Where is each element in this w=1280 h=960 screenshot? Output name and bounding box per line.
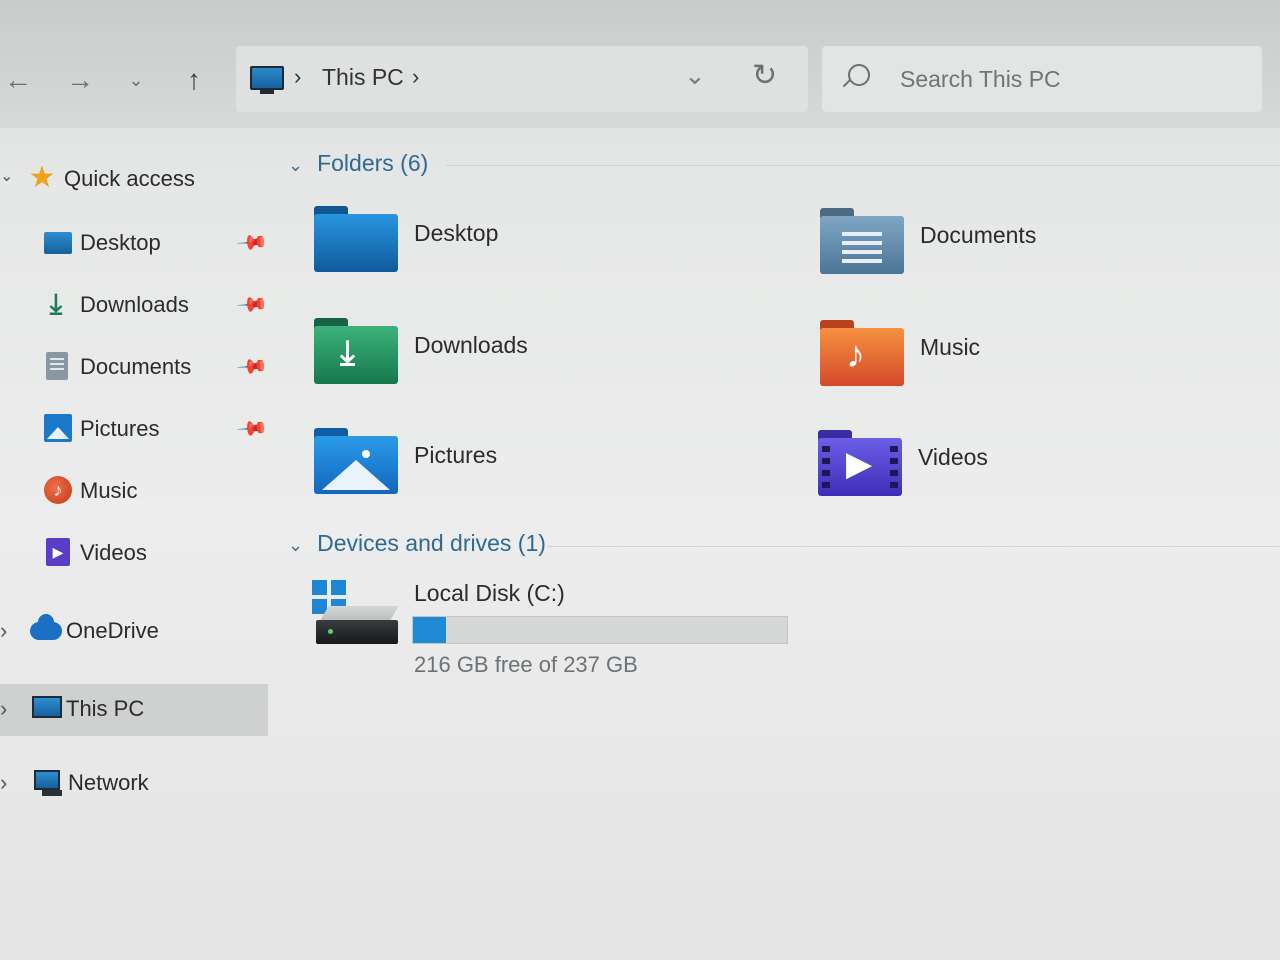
drives-header-label: Devices and drives (1) [317, 530, 546, 556]
folder-tile-downloads[interactable]: ⤓ Downloads [314, 318, 794, 418]
pin-icon[interactable]: 📌 [235, 225, 270, 260]
star-icon: ★ [28, 161, 56, 194]
search-input[interactable] [898, 60, 1242, 98]
breadcrumb-separator[interactable]: › [412, 64, 419, 90]
chevron-right-icon[interactable]: › [0, 696, 7, 722]
videos-folder-icon: ▶ [818, 430, 902, 496]
toolbar: ← → ⌄ ↑ › This PC › ⌄ ↻ [0, 0, 1280, 128]
breadcrumb-this-pc[interactable]: This PC [322, 64, 404, 91]
sidebar-item-label: Documents [80, 354, 192, 379]
sidebar-item-downloads[interactable]: ⤓ Downloads 📌 [0, 280, 270, 332]
sidebar-item-label: Music [80, 478, 138, 503]
documents-folder-icon [820, 208, 904, 274]
pictures-folder-icon [314, 428, 398, 494]
arrow-right-icon: → [66, 64, 94, 95]
folder-tile-music[interactable]: ♪ Music [820, 320, 1280, 420]
chevron-down-icon[interactable]: ⌄ [288, 535, 303, 555]
folder-tile-pictures[interactable]: Pictures [314, 428, 794, 528]
search-box[interactable] [822, 46, 1262, 112]
drive-label: Local Disk (C:) [414, 580, 565, 606]
downloads-folder-icon: ⤓ [314, 318, 398, 384]
music-folder-icon: ♪ [820, 320, 904, 386]
folders-header-label: Folders (6) [317, 150, 429, 176]
sidebar-item-videos[interactable]: ▶ Videos [0, 528, 268, 580]
address-bar[interactable]: › This PC › ⌄ ↻ [236, 46, 808, 112]
sidebar-item-desktop[interactable]: Desktop 📌 [0, 218, 270, 270]
folder-tile-desktop[interactable]: Desktop [314, 206, 794, 306]
chevron-right-icon[interactable]: › [0, 770, 7, 796]
sidebar-item-label: Videos [80, 540, 147, 565]
download-icon: ⤓ [49, 288, 63, 319]
address-dropdown-icon[interactable]: ⌄ [684, 60, 706, 91]
sidebar-item-quick-access[interactable]: ⌄ ★ Quick access [0, 154, 268, 206]
navigation-pane: ⌄ ★ Quick access Desktop 📌 ⤓ Downloads 📌… [0, 128, 276, 960]
music-icon: ♪ [44, 476, 72, 504]
chevron-down-icon[interactable]: ⌄ [0, 166, 13, 186]
sidebar-item-music[interactable]: ♪ Music [0, 466, 268, 518]
sidebar-item-label: OneDrive [66, 618, 159, 643]
pin-icon[interactable]: 📌 [235, 287, 270, 322]
back-button[interactable]: ← [0, 62, 36, 98]
chevron-right-icon[interactable]: › [0, 618, 7, 644]
network-icon [34, 770, 62, 796]
folder-label: Pictures [414, 442, 498, 468]
arrow-up-icon: ↑ [187, 64, 201, 95]
sidebar-item-label: This PC [66, 696, 145, 721]
chevron-down-icon[interactable]: ⌄ [288, 155, 303, 175]
onedrive-icon [30, 614, 62, 640]
divider [446, 165, 1280, 166]
chevron-down-icon: ⌄ [128, 70, 144, 90]
drive-tile-local-disk-c[interactable]: Local Disk (C:) 216 GB free of 237 GB [312, 580, 792, 690]
arrow-left-icon: ← [4, 64, 32, 95]
sidebar-item-label: Desktop [80, 230, 161, 255]
sidebar-item-this-pc[interactable]: › This PC [0, 684, 268, 736]
videos-icon: ▶ [46, 538, 70, 566]
folders-section-header[interactable]: ⌄ Folders (6) [288, 150, 428, 177]
pictures-icon [44, 414, 72, 442]
folder-label: Desktop [414, 220, 499, 246]
up-button[interactable]: ↑ [176, 62, 212, 98]
drive-usage-bar [412, 616, 788, 644]
desktop-folder-icon [314, 206, 398, 272]
desktop-icon [44, 232, 72, 254]
forward-button[interactable]: → [62, 62, 98, 98]
sidebar-item-documents[interactable]: Documents 📌 [0, 342, 270, 394]
folder-label: Music [920, 334, 981, 360]
folder-label: Documents [920, 222, 1037, 248]
documents-icon [46, 352, 68, 380]
recent-locations-button[interactable]: ⌄ [118, 62, 154, 98]
pin-icon[interactable]: 📌 [235, 349, 270, 384]
refresh-icon[interactable]: ↻ [752, 58, 777, 93]
drive-free-space: 216 GB free of 237 GB [414, 652, 638, 677]
folder-label: Downloads [414, 332, 528, 358]
computer-icon [32, 696, 62, 718]
sidebar-item-label: Downloads [80, 292, 189, 317]
divider [548, 546, 1280, 547]
sidebar-item-label: Network [68, 770, 149, 795]
computer-icon [250, 66, 284, 94]
hard-drive-icon [316, 620, 398, 644]
drive-usage-fill [413, 617, 447, 643]
sidebar-item-label: Pictures [80, 416, 160, 441]
sidebar-item-pictures[interactable]: Pictures 📌 [0, 404, 270, 456]
drives-section-header[interactable]: ⌄ Devices and drives (1) [288, 530, 546, 557]
folder-label: Videos [918, 444, 988, 470]
folder-tile-documents[interactable]: Documents [820, 208, 1280, 308]
breadcrumb-separator: › [294, 64, 302, 89]
sidebar-item-network[interactable]: › Network [0, 758, 268, 810]
pin-icon[interactable]: 📌 [235, 411, 270, 446]
sidebar-item-onedrive[interactable]: › OneDrive [0, 606, 268, 658]
search-icon [848, 64, 870, 86]
folder-tile-videos[interactable]: ▶ Videos [818, 430, 1280, 530]
sidebar-item-label: Quick access [64, 166, 195, 191]
